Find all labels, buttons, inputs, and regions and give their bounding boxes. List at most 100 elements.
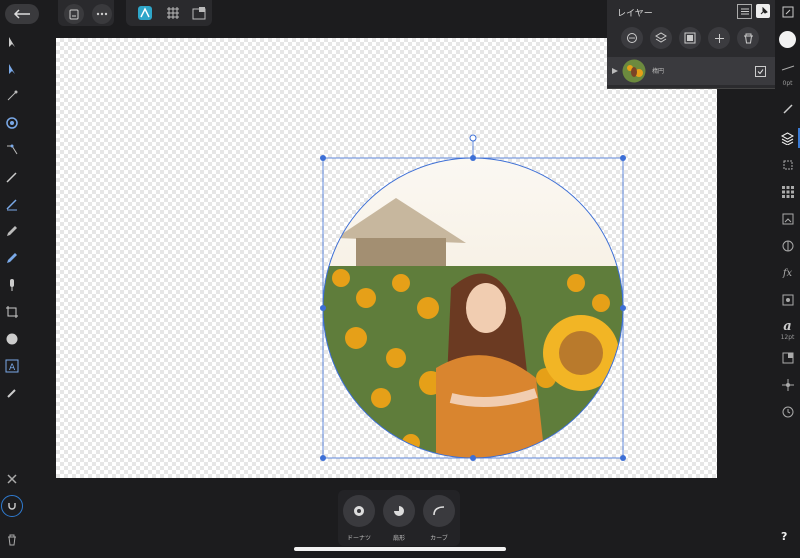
layers-panel: レイヤー 楕円 xyxy=(607,0,775,89)
text-styles-icon xyxy=(782,352,793,364)
effects-studio[interactable]: fx xyxy=(777,263,798,283)
blend-options-icon xyxy=(627,33,637,43)
fill-tool[interactable] xyxy=(2,248,22,268)
persona-actions xyxy=(126,0,212,26)
character-studio[interactable]: a xyxy=(777,316,798,336)
pen-tool[interactable] xyxy=(2,167,22,187)
snapping-button[interactable] xyxy=(1,495,23,517)
transform-studio[interactable] xyxy=(777,155,798,175)
mask-button[interactable] xyxy=(679,27,701,49)
adjustments-studio[interactable] xyxy=(777,236,798,256)
move-tool[interactable] xyxy=(2,32,22,52)
pixel-tool[interactable] xyxy=(2,275,22,295)
document-button[interactable] xyxy=(64,4,84,24)
corner-tool[interactable] xyxy=(2,86,22,106)
swatches-studio[interactable] xyxy=(777,182,798,202)
right-studio-bar: 0pt fx a 12pt ? xyxy=(775,0,800,558)
close-tool[interactable] xyxy=(2,469,22,489)
crosshair-icon xyxy=(781,379,794,391)
transparency-tool[interactable] xyxy=(2,113,22,133)
history-studio[interactable] xyxy=(777,402,798,422)
document-icon xyxy=(69,9,79,19)
navigator-icon xyxy=(782,6,793,18)
layer-row[interactable]: 楕円 xyxy=(607,57,775,85)
back-button[interactable] xyxy=(5,4,39,24)
pixel-brush-icon xyxy=(10,279,14,291)
ellipse-image-object[interactable] xyxy=(56,38,717,478)
svg-text:A: A xyxy=(9,363,16,373)
layer-name: 楕円 xyxy=(652,68,665,75)
document-actions xyxy=(58,0,114,26)
stroke-width-label: 0pt xyxy=(782,80,793,87)
layers-studio[interactable] xyxy=(777,128,798,148)
mask-icon xyxy=(684,32,696,44)
node-pointer-icon xyxy=(9,64,15,74)
export-persona-button[interactable] xyxy=(191,5,207,21)
layers-icon xyxy=(781,131,794,145)
photo-persona-button[interactable] xyxy=(137,5,153,21)
ellipse-shape-icon xyxy=(6,333,18,345)
text-styles-studio[interactable] xyxy=(777,348,798,368)
context-toolbar: ドーナツ 扇形 カーブ xyxy=(338,490,460,546)
styles-studio[interactable] xyxy=(777,290,798,310)
back-arrow-icon xyxy=(13,9,30,19)
assets-icon xyxy=(782,213,793,225)
history-clock-icon xyxy=(782,406,793,418)
brushes-studio[interactable] xyxy=(777,99,798,119)
crop-tool[interactable] xyxy=(2,302,22,322)
blend-options-button[interactable] xyxy=(621,27,643,49)
arrow-pointer-icon xyxy=(9,37,15,47)
trash-tool[interactable] xyxy=(2,530,22,550)
stroke-icon xyxy=(781,65,794,71)
pin-panel-button[interactable] xyxy=(756,4,770,18)
grid-button[interactable] xyxy=(165,5,181,21)
layer-thumbnail xyxy=(622,59,646,83)
pie-label: 扇形 xyxy=(392,535,405,542)
pie-button[interactable] xyxy=(383,495,415,527)
layer-visibility-checkbox[interactable] xyxy=(755,66,766,77)
close-icon xyxy=(7,474,17,484)
fx-icon: fx xyxy=(782,267,793,279)
color-picker-tool[interactable] xyxy=(2,383,22,403)
vector-brush-tool[interactable] xyxy=(2,221,22,241)
delete-layer-button[interactable] xyxy=(737,27,759,49)
pie-icon xyxy=(394,506,404,516)
add-layer-icon xyxy=(714,33,724,43)
magnet-icon xyxy=(8,503,16,510)
stroke-studio[interactable] xyxy=(777,58,798,78)
expand-triangle-icon[interactable] xyxy=(612,68,618,74)
brush-icon xyxy=(7,226,17,236)
help-button[interactable]: ? xyxy=(781,530,787,543)
adjustment-icon xyxy=(782,240,793,252)
color-swatch[interactable] xyxy=(779,31,796,48)
add-layer-button[interactable] xyxy=(708,27,730,49)
donut-label: ドーナツ xyxy=(346,535,371,542)
layers-stack-button[interactable] xyxy=(650,27,672,49)
contour-tool[interactable] xyxy=(2,140,22,160)
layers-menu-button[interactable] xyxy=(737,4,752,19)
node-tool[interactable] xyxy=(2,59,22,79)
contour-icon xyxy=(7,144,18,155)
crop-icon xyxy=(6,306,18,318)
transform-icon xyxy=(783,160,792,170)
curve-button[interactable] xyxy=(423,495,455,527)
snapping-studio[interactable] xyxy=(777,375,798,395)
donut-icon xyxy=(354,506,364,516)
photo-persona-icon xyxy=(138,6,152,20)
checkmark-icon xyxy=(757,69,764,75)
delete-layer-icon xyxy=(743,33,753,43)
more-button[interactable] xyxy=(92,4,112,24)
font-size-label: 12pt xyxy=(780,334,795,341)
list-icon xyxy=(740,8,749,15)
donut-button[interactable] xyxy=(343,495,375,527)
shape-tool[interactable] xyxy=(2,329,22,349)
curve-label: カーブ xyxy=(430,535,448,542)
curve-icon xyxy=(433,506,445,516)
home-indicator[interactable] xyxy=(294,547,506,551)
assets-studio[interactable] xyxy=(777,209,798,229)
text-tool[interactable]: A xyxy=(2,356,22,376)
pencil-tool[interactable] xyxy=(2,194,22,214)
document-canvas[interactable] xyxy=(56,38,717,478)
text-style-icon: a xyxy=(783,318,792,334)
navigator-studio[interactable] xyxy=(777,2,798,22)
